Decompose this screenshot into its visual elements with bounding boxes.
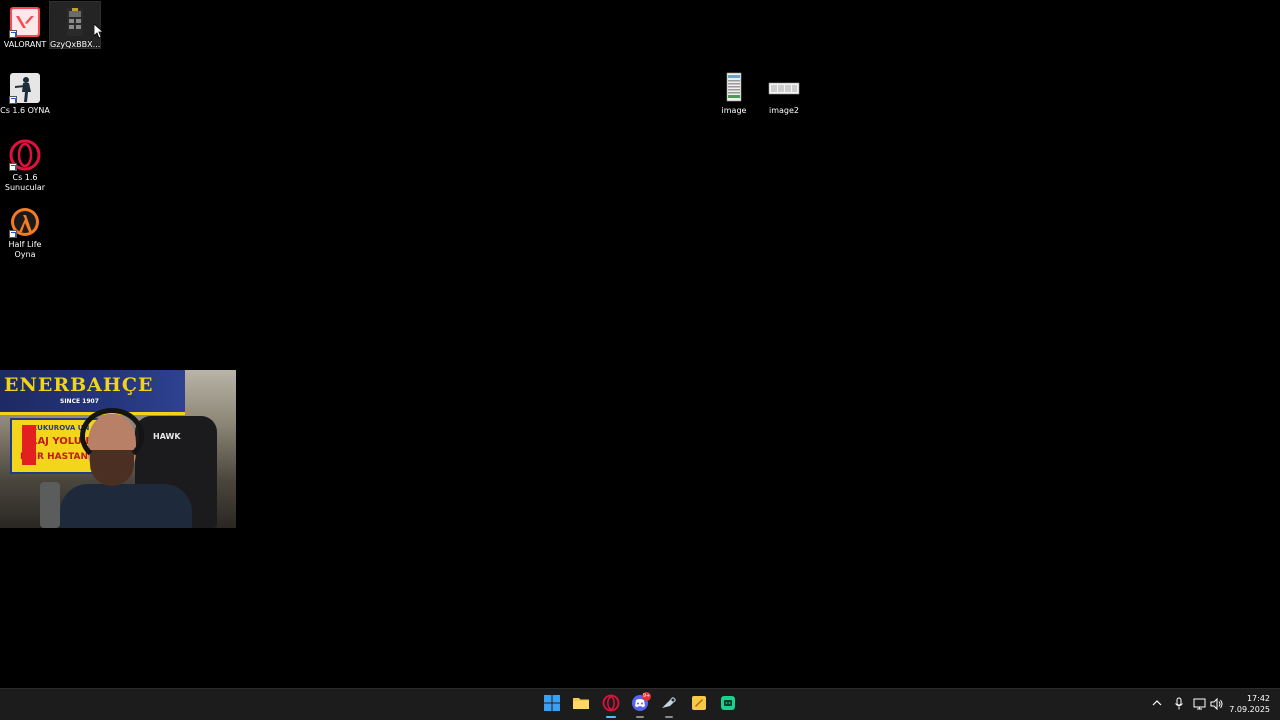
half-life-icon (9, 206, 41, 238)
chevron-up-icon (1152, 700, 1162, 706)
shortcut-arrow-icon (9, 230, 17, 238)
desktop-icon-cs16-sunucular[interactable]: Cs 1.6 Sunucular (0, 139, 50, 193)
webcam-banner: ENERBAHÇE SINCE 1907 (0, 370, 185, 415)
desktop[interactable]: VALORANT GzyQxBBX... Cs 1.6 OYNA Cs 1.6 … (0, 0, 1280, 688)
desktop-icon-label: Cs 1.6 OYNA (0, 106, 50, 115)
image-file-icon (718, 72, 750, 104)
folder-icon (572, 694, 590, 716)
discord-icon: 9+ (631, 692, 651, 716)
start-button[interactable] (539, 692, 565, 718)
valorant-icon (9, 6, 41, 38)
webcam-overlay: ENERBAHÇE SINCE 1907 CUKUROVA UN ARAJ YO… (0, 370, 236, 528)
person-body-shape (60, 484, 192, 528)
image-file-icon (768, 72, 800, 104)
opera-gx-icon (602, 694, 620, 716)
network-icon (1193, 698, 1206, 710)
shortcut-arrow-icon (9, 96, 17, 104)
app-icon (719, 694, 737, 716)
app-icon (690, 694, 708, 716)
desktop-icon-image2[interactable]: image2 (759, 72, 809, 116)
clock-date: 7.09.2025 (1229, 705, 1270, 714)
network-tray-button[interactable] (1193, 697, 1207, 715)
opera-gx-button[interactable] (598, 692, 624, 718)
volume-tray-button[interactable] (1210, 697, 1224, 715)
desktop-icon-label: image2 (768, 106, 799, 115)
webcam-banner-text: ENERBAHÇE (4, 374, 154, 396)
mouse-cursor-icon (93, 23, 105, 43)
desktop-icon-label: GzyQxBBX... (50, 40, 101, 49)
desktop-icon-valorant[interactable]: VALORANT (0, 6, 50, 50)
clock[interactable]: 17:42 7.09.2025 (1229, 693, 1270, 715)
opera-gx-icon (9, 139, 41, 171)
desktop-icon-cs16-oyna[interactable]: Cs 1.6 OYNA (0, 72, 50, 116)
desktop-icon-image[interactable]: image (709, 72, 759, 116)
microphone-shape (22, 425, 36, 465)
bottle-shape (40, 482, 60, 528)
app-green-button[interactable] (715, 692, 741, 718)
microphone-tray-button[interactable] (1174, 697, 1184, 715)
image-thumbnail-icon (59, 6, 91, 38)
discord-button[interactable]: 9+ (627, 692, 653, 718)
chair-brand: HAWK (153, 432, 181, 441)
desktop-icon-label: Cs 1.6 Sunucular (4, 173, 46, 192)
steam-icon (660, 694, 678, 716)
app-yellow-button[interactable] (686, 692, 712, 718)
speaker-icon (1210, 697, 1223, 711)
windows-logo-icon (543, 694, 561, 716)
running-indicator (665, 716, 673, 718)
desktop-icon-gzyqxbbx[interactable]: GzyQxBBX... (49, 1, 101, 49)
steam-button[interactable] (656, 692, 682, 718)
running-indicator (636, 716, 644, 718)
taskbar: 9+ 17:42 7.09.2025 (0, 688, 1280, 720)
shortcut-arrow-icon (9, 163, 17, 171)
active-indicator (606, 716, 616, 718)
show-hidden-icons-button[interactable] (1152, 696, 1162, 714)
file-explorer-button[interactable] (568, 692, 594, 718)
shortcut-arrow-icon (9, 30, 17, 38)
desktop-icon-label: image (721, 106, 747, 115)
counter-strike-icon (9, 72, 41, 104)
desktop-icon-half-life-oyna[interactable]: Half Life Oyna (0, 206, 50, 260)
desktop-icon-label: VALORANT (3, 40, 47, 49)
headset-shape (80, 408, 144, 464)
clock-time: 17:42 (1246, 694, 1270, 703)
webcam-banner-sub: SINCE 1907 (60, 398, 99, 405)
notification-badge: 9+ (642, 692, 651, 701)
microphone-icon (1175, 697, 1183, 710)
desktop-icon-label: Half Life Oyna (8, 240, 42, 259)
